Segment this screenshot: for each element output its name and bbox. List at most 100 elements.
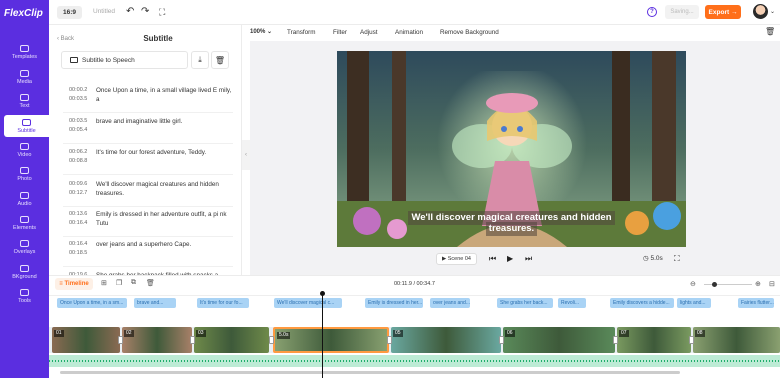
subtitle-text[interactable]: over jeans and a superhero Cape.: [96, 240, 234, 258]
preview-caption-line2[interactable]: treasures.: [337, 222, 686, 236]
subtitle-text[interactable]: It's time for our forest adventure, Tedd…: [96, 148, 234, 166]
subtitle-text[interactable]: Once Upon a time, in a small village liv…: [96, 86, 234, 104]
undo-icon[interactable]: ↶: [126, 6, 134, 18]
timeline-subtitle-chip[interactable]: Once Upon a time, in a sm...: [57, 298, 127, 308]
subtitle-start-time[interactable]: 00:09.6: [69, 180, 96, 189]
video-clip[interactable]: 06: [503, 327, 615, 353]
subtitle-times[interactable]: 00:09.6 00:12.7: [69, 180, 96, 198]
subtitle-start-time[interactable]: 00:06.2: [69, 148, 96, 157]
nav-item-subtitle[interactable]: Subtitle: [4, 115, 49, 137]
chevron-down-icon[interactable]: ⌄: [770, 8, 775, 15]
nav-item-media[interactable]: Media: [0, 66, 49, 88]
nav-item-audio[interactable]: Audio: [0, 188, 49, 210]
delete-clip-icon[interactable]: 🗑: [146, 279, 155, 287]
fullscreen-icon[interactable]: ⛶: [159, 6, 165, 18]
subtitle-start-time[interactable]: 00:16.4: [69, 240, 96, 249]
export-button[interactable]: Export →: [705, 5, 741, 19]
audio-track[interactable]: [49, 355, 780, 367]
video-clip[interactable]: 08: [693, 327, 780, 353]
previous-scene-icon[interactable]: ⏮: [489, 253, 496, 265]
timeline-subtitle-chip[interactable]: brave and...: [134, 298, 176, 308]
zoom-out-icon[interactable]: ⊖: [690, 280, 696, 288]
subtitle-text[interactable]: We'll discover magical creatures and hid…: [96, 180, 234, 198]
subtitle-start-time[interactable]: 00:03.5: [69, 117, 96, 126]
subtitle-times[interactable]: 00:16.4 00:18.5: [69, 240, 96, 258]
subtitle-times[interactable]: 00:13.6 00:16.4: [69, 210, 96, 228]
timeline-toggle-button[interactable]: ≡ Timeline: [55, 278, 93, 290]
subtitle-end-time[interactable]: 00:08.8: [69, 157, 96, 166]
subtitle-start-time[interactable]: 00:13.6: [69, 210, 96, 219]
subtitle-times[interactable]: 00:00.2 00:03.5: [69, 86, 96, 104]
trash-icon[interactable]: 🗑: [765, 27, 775, 36]
timeline-subtitle-chip[interactable]: lights and...: [677, 298, 711, 308]
timeline-subtitle-chip[interactable]: She grabs her back...: [497, 298, 553, 308]
subtitle-end-time[interactable]: 00:16.4: [69, 219, 96, 228]
subtitle-end-time[interactable]: 00:18.5: [69, 249, 96, 258]
zoom-in-icon[interactable]: ⊕: [755, 280, 761, 288]
download-icon[interactable]: ⤓: [191, 51, 209, 69]
subtitle-item[interactable]: 00:06.2 00:08.8 It's time for our forest a…: [69, 148, 234, 166]
subtitle-item[interactable]: 00:16.4 00:18.5 over jeans and a superhero…: [69, 240, 234, 258]
help-icon[interactable]: ?: [647, 7, 657, 17]
fit-timeline-icon[interactable]: ⊟: [769, 280, 775, 288]
transition-marker[interactable]: [613, 336, 618, 344]
subtitle-text[interactable]: brave and imaginative little girl.: [96, 117, 234, 135]
subtitle-to-speech-button[interactable]: Subtitle to Speech: [61, 51, 188, 69]
remove-background-button[interactable]: Remove Background: [440, 29, 499, 36]
timeline-subtitle-chip[interactable]: Revoli...: [558, 298, 586, 308]
transition-marker[interactable]: [269, 336, 274, 344]
transform-button[interactable]: Transform: [287, 29, 315, 36]
nav-item-video[interactable]: Video: [0, 139, 49, 161]
play-icon[interactable]: ▶: [507, 253, 513, 265]
timeline-subtitle-chip[interactable]: Emily discovers a hidde...: [610, 298, 674, 308]
transition-marker[interactable]: [118, 336, 123, 344]
subtitle-start-time[interactable]: 00:00.2: [69, 86, 96, 95]
adjust-button[interactable]: Adjust: [360, 29, 378, 36]
add-scene-icon[interactable]: ⊞: [101, 279, 107, 287]
nav-item-tools[interactable]: Tools: [0, 285, 49, 307]
avatar[interactable]: [753, 4, 768, 19]
zoom-slider-handle[interactable]: [712, 282, 717, 287]
subtitle-times[interactable]: 00:06.2 00:08.8: [69, 148, 96, 166]
collapse-panel-button[interactable]: ‹: [242, 140, 250, 170]
project-title[interactable]: Untitled: [93, 8, 115, 15]
aspect-ratio-button[interactable]: 16:9: [57, 6, 82, 19]
transition-marker[interactable]: [387, 336, 392, 344]
transition-marker[interactable]: [499, 336, 504, 344]
playhead-handle[interactable]: [320, 291, 325, 296]
transition-marker[interactable]: [190, 336, 195, 344]
nav-item-elements[interactable]: Elements: [0, 212, 49, 234]
scene-select[interactable]: ▶ Scene 04: [436, 253, 477, 265]
scene-duration[interactable]: ◷ 5.0s: [643, 254, 663, 262]
saving-button[interactable]: Saving...: [665, 5, 699, 19]
split-icon[interactable]: ⧉: [131, 279, 136, 287]
subtitle-item[interactable]: 00:09.6 00:12.7 We'll discover magical cre…: [69, 180, 234, 198]
video-clip[interactable]: 05: [391, 327, 501, 353]
next-scene-icon[interactable]: ⏭: [525, 253, 532, 265]
nav-item-photo[interactable]: Photo: [0, 163, 49, 185]
duplicate-icon[interactable]: ❐: [116, 279, 122, 287]
timeline-subtitle-chip[interactable]: over jeans and...: [430, 298, 470, 308]
timeline-subtitle-chip[interactable]: It's time for our fo...: [197, 298, 249, 308]
timeline-scrollbar[interactable]: [60, 371, 680, 374]
video-clip[interactable]: 03: [194, 327, 269, 353]
fit-screen-icon[interactable]: ⛶: [674, 253, 680, 265]
subtitle-item[interactable]: 00:13.6 00:16.4 Emily is dressed in her ad…: [69, 210, 234, 228]
subtitle-end-time[interactable]: 00:12.7: [69, 189, 96, 198]
subtitle-text[interactable]: Emily is dressed in her adventure outfit…: [96, 210, 234, 228]
transition-marker[interactable]: [689, 336, 694, 344]
zoom-select[interactable]: 100% ⌄: [250, 28, 272, 35]
timeline-subtitle-chip[interactable]: Emily is dressed in her...: [365, 298, 423, 308]
redo-icon[interactable]: ↷: [141, 6, 149, 18]
subtitle-times[interactable]: 00:03.5 00:05.4: [69, 117, 96, 135]
video-clip[interactable]: 5.0s: [273, 327, 389, 353]
video-clip[interactable]: 01: [52, 327, 120, 353]
delete-icon[interactable]: 🗑: [211, 51, 229, 69]
subtitle-item[interactable]: 00:00.2 00:03.5 Once Upon a time, in a sma…: [69, 86, 234, 104]
nav-item-overlays[interactable]: Overlays: [0, 236, 49, 258]
video-clip[interactable]: 02: [122, 327, 192, 353]
video-clip[interactable]: 07: [617, 327, 691, 353]
subtitle-item[interactable]: 00:03.5 00:05.4 brave and imaginative litt…: [69, 117, 234, 135]
timeline-subtitle-chip[interactable]: We'll discover magical c...: [274, 298, 342, 308]
animation-button[interactable]: Animation: [395, 29, 423, 36]
